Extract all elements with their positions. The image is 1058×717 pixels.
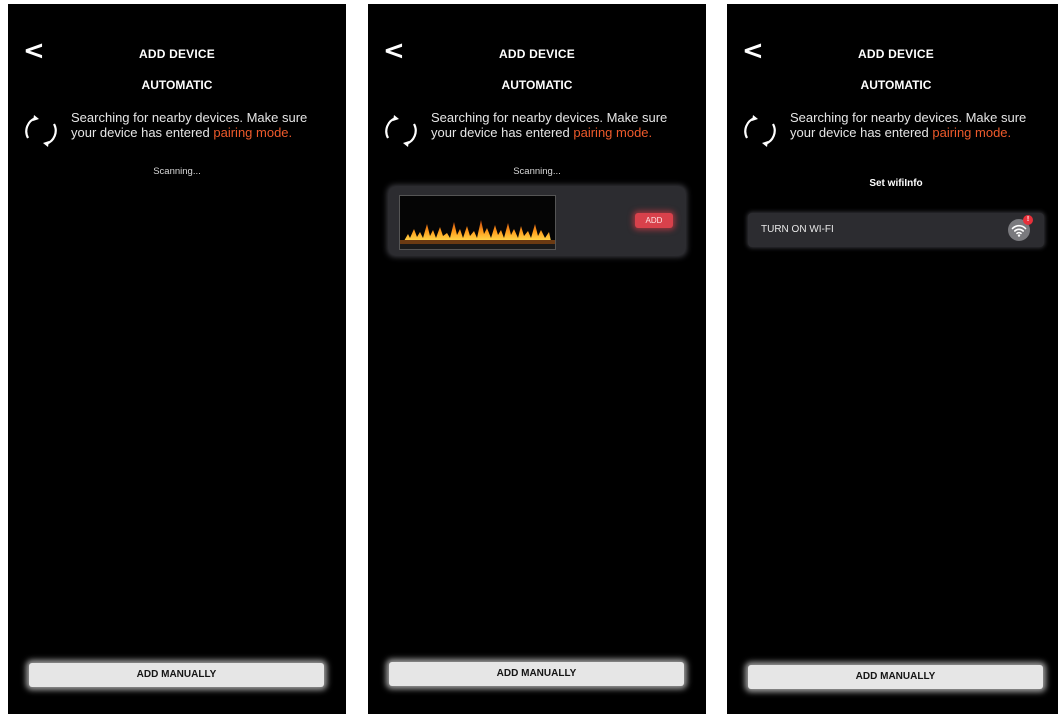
screenshot-canvas: < ADD DEVICE AUTOMATIC Searching for nea… [0,0,1058,717]
search-status-row: Searching for nearby devices. Make sure … [384,110,684,150]
turn-on-wifi-row[interactable]: TURN ON WI-FI ! [748,213,1044,247]
search-status-row: Searching for nearby devices. Make sure … [743,110,1043,150]
page-title: ADD DEVICE [857,47,934,61]
refresh-icon [25,115,57,147]
tab-automatic[interactable]: AUTOMATIC [727,78,1058,92]
phone-screen-device-found: < ADD DEVICE AUTOMATIC Searching for nea… [368,4,706,714]
add-manually-button[interactable]: ADD MANUALLY [29,663,324,687]
page-title: ADD DEVICE [138,47,215,61]
found-device-card[interactable]: ADD [389,187,685,255]
tab-automatic[interactable]: AUTOMATIC [368,78,706,92]
refresh-icon [385,115,417,147]
pairing-mode-link[interactable]: pairing mode. [932,125,1011,140]
scanning-status: Scanning... [153,166,201,177]
tab-automatic[interactable]: AUTOMATIC [8,78,346,92]
fireplace-thumbnail [399,195,556,250]
phone-screen-scanning: < ADD DEVICE AUTOMATIC Searching for nea… [8,4,346,714]
alert-badge: ! [1023,215,1033,225]
add-manually-button[interactable]: ADD MANUALLY [748,665,1043,689]
fireplace-flame-image [400,196,555,249]
page-title: ADD DEVICE [498,47,575,61]
refresh-icon [744,115,776,147]
pairing-mode-link[interactable]: pairing mode. [213,125,292,140]
turn-on-wifi-label: TURN ON WI-FI [761,224,834,235]
phone-screen-set-wifi: < ADD DEVICE AUTOMATIC Searching for nea… [727,4,1058,714]
add-manually-button[interactable]: ADD MANUALLY [389,662,684,686]
search-message: Searching for nearby devices. Make sure … [790,110,1040,140]
scanning-status: Scanning... [513,166,561,177]
pairing-mode-link[interactable]: pairing mode. [573,125,652,140]
search-message: Searching for nearby devices. Make sure … [431,110,681,140]
search-status-row: Searching for nearby devices. Make sure … [24,110,324,150]
wifi-status-indicator: ! [1008,215,1033,241]
set-wifi-info-label: Set wifiInfo [869,178,923,189]
add-device-button[interactable]: ADD [635,213,673,228]
search-message: Searching for nearby devices. Make sure … [71,110,321,140]
